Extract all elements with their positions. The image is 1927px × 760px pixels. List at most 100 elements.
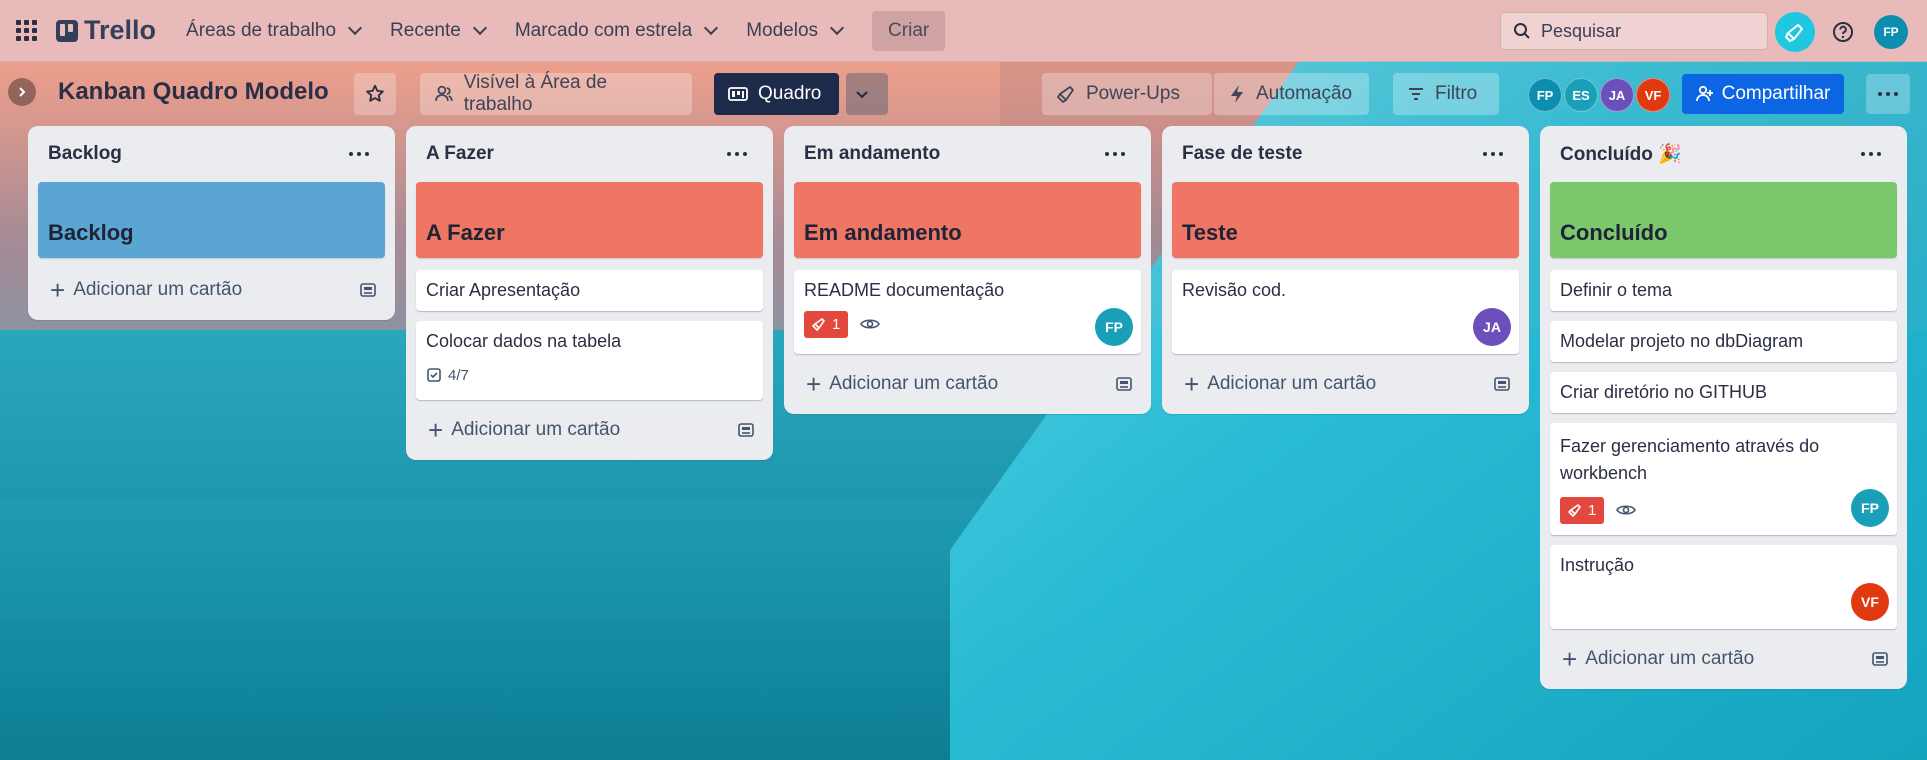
card-member-avatar[interactable]: FP <box>1851 489 1889 527</box>
card[interactable]: Instrução VF <box>1550 545 1897 629</box>
board-title[interactable]: Kanban Quadro Modelo <box>58 78 329 106</box>
list-menu-button[interactable] <box>1855 146 1887 162</box>
visibility-button[interactable]: Visível à Área de trabalho <box>420 72 692 115</box>
cover-card[interactable]: Teste <box>1172 182 1519 258</box>
nav-starred[interactable]: Marcado com estrela <box>514 19 719 42</box>
member-avatar[interactable]: ES <box>1564 78 1598 112</box>
checklist-count: 4/7 <box>448 366 469 384</box>
cover-card[interactable]: Em andamento <box>794 182 1141 258</box>
cover-card[interactable]: Backlog <box>38 182 385 258</box>
trello-logo[interactable]: Trello <box>56 15 156 46</box>
card[interactable]: Colocar dados na tabela 4/7 <box>416 321 763 400</box>
template-icon[interactable] <box>1493 375 1511 393</box>
automation-button[interactable]: Automação <box>1214 73 1369 115</box>
list-header[interactable]: Fase de teste <box>1172 134 1519 174</box>
checkbox-icon <box>427 368 441 382</box>
logo-text: Trello <box>84 15 157 45</box>
card[interactable]: Fazer gerenciamento através do workbench… <box>1550 423 1897 535</box>
member-avatar[interactable]: VF <box>1636 78 1670 112</box>
add-card-label: Adicionar um cartão <box>451 419 621 440</box>
automation-label: Automação <box>1256 83 1353 104</box>
star-board-button[interactable] <box>354 73 396 115</box>
add-card-label: Adicionar um cartão <box>1207 373 1377 394</box>
add-card-label: Adicionar um cartão <box>829 373 999 394</box>
nav-workspaces-label: Áreas de trabalho <box>186 19 337 41</box>
list-header[interactable]: Em andamento <box>794 134 1141 174</box>
list-header[interactable]: Backlog <box>38 134 385 174</box>
card[interactable]: Criar diretório no GITHUB <box>1550 372 1897 413</box>
list-menu-button[interactable] <box>721 146 753 162</box>
list-title[interactable]: Concluído 🎉 <box>1560 142 1682 166</box>
card-title: Definir o tema <box>1560 280 1673 300</box>
plus-icon: + <box>50 275 66 305</box>
list-menu-button[interactable] <box>1477 146 1509 162</box>
list-menu-button[interactable] <box>343 146 375 162</box>
add-card-button[interactable]: + Adicionar um cartão <box>1172 364 1519 404</box>
add-card-label: Adicionar um cartão <box>1585 648 1755 669</box>
nav-starred-label: Marcado com estrela <box>514 19 693 41</box>
help-icon <box>1833 22 1853 42</box>
help-button[interactable] <box>1823 12 1863 52</box>
whats-new-button[interactable] <box>1775 12 1815 52</box>
nav-recent[interactable]: Recente <box>390 20 487 42</box>
add-card-button[interactable]: + Adicionar um cartão <box>416 410 763 450</box>
list-menu-button[interactable] <box>1099 146 1131 162</box>
chevron-down-icon <box>829 20 845 35</box>
template-icon[interactable] <box>1115 375 1133 393</box>
share-label: Compartilhar <box>1721 83 1831 104</box>
filter-button[interactable]: Filtro <box>1393 73 1499 115</box>
template-icon[interactable] <box>1871 650 1889 668</box>
badge-count: 1 <box>832 315 841 333</box>
template-icon[interactable] <box>737 421 755 439</box>
add-card-button[interactable]: + Adicionar um cartão <box>38 270 385 310</box>
template-icon[interactable] <box>359 281 377 299</box>
card[interactable]: Criar Apresentação <box>416 270 763 311</box>
eye-icon <box>860 319 881 329</box>
cover-card-label: A Fazer <box>426 220 505 245</box>
list-title[interactable]: Backlog <box>48 143 122 165</box>
card-member-avatar[interactable]: FP <box>1095 308 1133 346</box>
cover-card[interactable]: A Fazer <box>416 182 763 258</box>
view-board-button[interactable]: Quadro <box>714 73 839 115</box>
rocket-icon <box>812 318 825 331</box>
app-switcher-icon[interactable] <box>14 19 38 43</box>
user-avatar[interactable]: FP <box>1874 15 1908 49</box>
nav-workspaces[interactable]: Áreas de trabalho <box>186 19 363 42</box>
sidebar-toggle-button[interactable] <box>8 78 36 106</box>
cover-card-label: Teste <box>1182 220 1238 245</box>
card-member-avatar[interactable]: JA <box>1473 308 1511 346</box>
list-title[interactable]: Em andamento <box>804 143 940 165</box>
board-menu-button[interactable] <box>1866 74 1910 114</box>
view-board-label: Quadro <box>758 83 822 104</box>
card-title: Criar diretório no GITHUB <box>1560 382 1768 402</box>
list-title[interactable]: A Fazer <box>426 143 494 165</box>
list-title[interactable]: Fase de teste <box>1182 143 1302 165</box>
add-card-button[interactable]: + Adicionar um cartão <box>1550 639 1897 679</box>
cover-card[interactable]: Concluído <box>1550 182 1897 258</box>
card[interactable]: Revisão cod. JA <box>1172 270 1519 354</box>
card[interactable]: Definir o tema <box>1550 270 1897 311</box>
top-navigation: Trello Áreas de trabalho Recente Marcado… <box>0 0 1927 62</box>
plus-icon: + <box>1184 369 1200 399</box>
card[interactable]: README documentação 1 FP <box>794 270 1141 354</box>
powerups-button[interactable]: Power-Ups <box>1042 73 1212 115</box>
badge-count: 1 <box>1588 501 1597 519</box>
view-switcher-button[interactable] <box>846 73 888 115</box>
card-member-avatar[interactable]: VF <box>1851 583 1889 621</box>
search-input[interactable] <box>1541 20 1741 42</box>
notification-badge: 1 <box>804 310 849 338</box>
create-button[interactable]: Criar <box>872 10 946 51</box>
share-button[interactable]: Compartilhar <box>1682 74 1844 114</box>
nav-templates[interactable]: Modelos <box>746 20 845 42</box>
list-header[interactable]: A Fazer <box>416 134 763 174</box>
card[interactable]: Modelar projeto no dbDiagram <box>1550 321 1897 362</box>
search-box[interactable] <box>1500 12 1768 50</box>
list-header[interactable]: Concluído 🎉 <box>1550 134 1897 174</box>
list-fase-de-teste: Fase de teste Teste Revisão cod. JA + Adi… <box>1162 126 1529 414</box>
member-avatar[interactable]: JA <box>1600 78 1634 112</box>
chevron-down-icon <box>704 20 719 35</box>
star-icon <box>366 84 384 102</box>
add-card-button[interactable]: + Adicionar um cartão <box>794 364 1141 404</box>
member-avatar[interactable]: FP <box>1528 78 1562 112</box>
add-card-label: Adicionar um cartão <box>73 279 243 300</box>
